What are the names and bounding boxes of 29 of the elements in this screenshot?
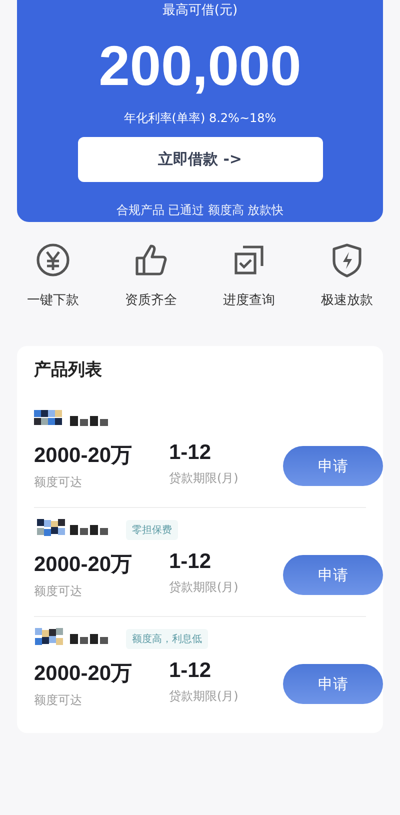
yen-icon[interactable] [35, 242, 71, 278]
interest-rate: 年化利率(单率) 8.2%~18% [124, 110, 276, 127]
feature-label[interactable]: 进度查询 [223, 291, 275, 309]
hero-footnote: 合规产品 已通过 额度高 放款快 [116, 202, 284, 219]
product-tag: 零担保费 [126, 520, 178, 540]
loan-amount-range: 2000-20万 [34, 553, 132, 576]
product-tag: 额度高，利息低 [126, 629, 208, 649]
feature-label[interactable]: 资质齐全 [125, 291, 177, 309]
borrow-now-button[interactable]: 立即借款 -> [78, 137, 322, 182]
apply-button[interactable]: 申请 [283, 446, 383, 486]
term-caption: 贷款期限(月) [169, 470, 240, 487]
max-loan-caption: 最高可借(元) [162, 2, 238, 20]
max-loan-amount: 200,000 [98, 34, 302, 98]
feature-label[interactable]: 一键下款 [27, 291, 79, 309]
apply-button[interactable]: 申请 [283, 555, 383, 595]
term-caption: 贷款期限(月) [169, 688, 240, 705]
amount-caption: 额度可达 [34, 583, 83, 600]
loan-amount-range: 2000-20万 [34, 444, 132, 467]
feature-label[interactable]: 极速放款 [321, 291, 373, 309]
thumbs-up-icon[interactable] [133, 242, 169, 278]
amount-caption: 额度可达 [34, 692, 83, 709]
amount-caption: 额度可达 [34, 474, 83, 491]
loan-term: 1-12 [169, 550, 212, 573]
section-title: 产品列表 [34, 359, 102, 381]
loan-amount-range: 2000-20万 [34, 662, 132, 685]
apply-button[interactable]: 申请 [283, 664, 383, 704]
loan-term: 1-12 [169, 441, 212, 464]
loan-term: 1-12 [169, 659, 212, 682]
term-caption: 贷款期限(月) [169, 579, 240, 596]
